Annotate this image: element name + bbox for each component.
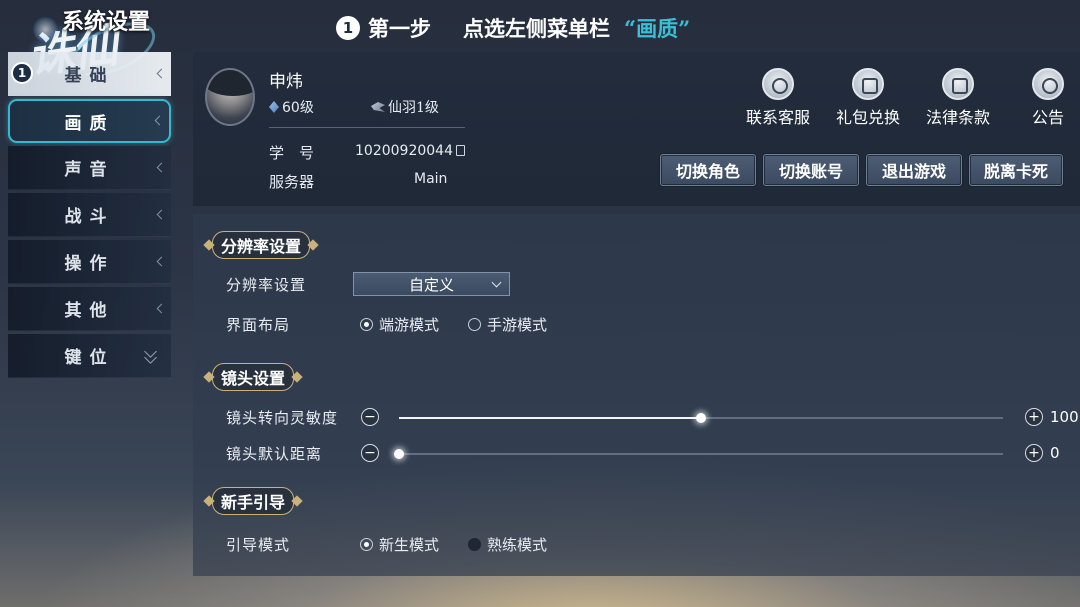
unstuck-button[interactable]: 脱离卡死 bbox=[969, 154, 1063, 186]
profile-divider bbox=[269, 127, 465, 128]
slider-fill bbox=[399, 417, 701, 419]
guide-radio-expert[interactable]: 熟练模式 bbox=[468, 534, 547, 555]
id-value-text: 10200920044 bbox=[355, 143, 453, 159]
step-label: 第一步 bbox=[368, 16, 431, 41]
layout-option-label: 端游模式 bbox=[379, 316, 440, 334]
double-chevron-down-icon bbox=[144, 345, 157, 364]
layout-radio-mobile[interactable]: 手游模式 bbox=[468, 314, 547, 335]
menu-item-label: 基础 bbox=[64, 66, 115, 86]
menu-item-label: 其他 bbox=[64, 301, 115, 321]
settings-menu: 基础 画质 声音 战斗 操作 其他 键位 bbox=[8, 52, 171, 381]
guide-option-label: 熟练模式 bbox=[487, 536, 548, 554]
id-value: 10200920044 bbox=[355, 143, 465, 159]
guide-label: 引导模式 bbox=[226, 536, 291, 554]
menu-item-other[interactable]: 其他 bbox=[8, 287, 171, 331]
radio-selected-icon bbox=[360, 538, 373, 551]
camera-distance-label: 镜头默认距离 bbox=[226, 445, 323, 463]
player-name: 申炜 bbox=[269, 72, 303, 92]
resolution-select[interactable]: 自定义 bbox=[353, 272, 510, 296]
menu-item-label: 战斗 bbox=[64, 207, 115, 227]
level-gem-icon bbox=[269, 101, 279, 113]
radio-unselected-icon bbox=[468, 318, 481, 331]
camera-sensitivity-label: 镜头转向灵敏度 bbox=[226, 409, 339, 427]
menu-item-label: 键位 bbox=[64, 348, 115, 368]
scroll-icon bbox=[942, 68, 974, 100]
gift-icon bbox=[852, 68, 884, 100]
step-number-badge: 1 bbox=[336, 16, 360, 40]
step-target: “画质” bbox=[624, 16, 691, 41]
camera-distance-decrease-button[interactable]: − bbox=[361, 444, 379, 462]
menu-item-label: 画质 bbox=[64, 113, 115, 134]
camera-distance-value: 0 bbox=[1050, 444, 1060, 462]
menu-item-sound[interactable]: 声音 bbox=[8, 146, 171, 190]
profile-panel: 申炜 60级 仙羽1级 学 号 10200920044 服务器 Main 联系客… bbox=[193, 52, 1080, 206]
gift-redeem-label: 礼包兑换 bbox=[835, 108, 900, 127]
camera-sensitivity-value: 100 bbox=[1050, 408, 1079, 426]
player-level-text: 60级 bbox=[282, 100, 314, 116]
section-title: 镜头设置 bbox=[212, 363, 295, 391]
server-label: 服务器 bbox=[269, 173, 315, 191]
step-hint: 1 第一步 点选左侧菜单栏 “画质” bbox=[336, 13, 690, 43]
customer-service-label: 联系客服 bbox=[745, 108, 810, 127]
id-label: 学 号 bbox=[269, 144, 315, 162]
settings-panel: 分辨率设置 分辨率设置 自定义 界面布局 端游模式 手游模式 镜头设置 镜头转向… bbox=[193, 214, 1080, 576]
guide-option-label: 新生模式 bbox=[379, 536, 440, 554]
chevron-left-icon bbox=[156, 209, 167, 219]
menu-item-label: 操作 bbox=[64, 254, 115, 274]
section-title: 分辨率设置 bbox=[212, 231, 311, 259]
section-header-camera: 镜头设置 bbox=[203, 363, 303, 391]
resolution-label: 分辨率设置 bbox=[226, 276, 307, 294]
chevron-left-icon bbox=[154, 115, 165, 126]
menu-item-keybind[interactable]: 键位 bbox=[8, 334, 171, 378]
menu-item-label: 声音 bbox=[64, 160, 115, 180]
exit-game-button[interactable]: 退出游戏 bbox=[866, 154, 962, 186]
gift-redeem-button[interactable]: 礼包兑换 bbox=[825, 68, 911, 128]
chevron-left-icon bbox=[156, 162, 167, 172]
chevron-down-icon bbox=[491, 277, 502, 288]
menu-item-combat[interactable]: 战斗 bbox=[8, 193, 171, 237]
section-title: 新手引导 bbox=[212, 487, 295, 515]
chevron-left-icon bbox=[156, 303, 167, 313]
resolution-select-value: 自定义 bbox=[408, 275, 454, 294]
camera-distance-slider[interactable] bbox=[394, 449, 1003, 459]
camera-sensitivity-decrease-button[interactable]: − bbox=[361, 408, 379, 426]
menu-item-graphics[interactable]: 画质 bbox=[8, 99, 171, 143]
chevron-left-icon bbox=[156, 256, 167, 266]
section-header-resolution: 分辨率设置 bbox=[203, 231, 319, 259]
page-title: 系统设置 bbox=[62, 9, 151, 35]
switch-account-button[interactable]: 切换账号 bbox=[763, 154, 859, 186]
legal-terms-label: 法律条款 bbox=[925, 108, 990, 127]
step-instruction: 点选左侧菜单栏 bbox=[463, 16, 610, 41]
radio-unselected-icon bbox=[468, 538, 481, 551]
camera-sensitivity-increase-button[interactable]: + bbox=[1025, 408, 1043, 426]
player-rank-text: 仙羽1级 bbox=[388, 100, 439, 116]
chevron-left-icon bbox=[156, 68, 167, 78]
copy-icon[interactable] bbox=[455, 144, 465, 156]
announcement-label: 公告 bbox=[1031, 108, 1064, 127]
section-header-guide: 新手引导 bbox=[203, 487, 303, 515]
layout-label: 界面布局 bbox=[226, 316, 291, 334]
legal-terms-button[interactable]: 法律条款 bbox=[915, 68, 1001, 128]
server-value: Main bbox=[414, 171, 448, 187]
menu-item-controls[interactable]: 操作 bbox=[8, 240, 171, 284]
slider-knob[interactable] bbox=[696, 413, 706, 423]
switch-role-button[interactable]: 切换角色 bbox=[660, 154, 756, 186]
headset-icon bbox=[762, 68, 794, 100]
player-rank: 仙羽1级 bbox=[371, 97, 439, 117]
layout-radio-pc[interactable]: 端游模式 bbox=[360, 314, 439, 335]
wing-icon bbox=[371, 102, 385, 112]
avatar[interactable] bbox=[205, 68, 255, 126]
announcement-button[interactable]: 公告 bbox=[1005, 68, 1080, 128]
radio-selected-icon bbox=[360, 318, 373, 331]
player-level: 60级 bbox=[269, 97, 314, 117]
slider-knob[interactable] bbox=[394, 449, 404, 459]
guide-radio-novice[interactable]: 新生模式 bbox=[360, 534, 439, 555]
camera-sensitivity-slider[interactable] bbox=[399, 413, 1003, 423]
step-marker-badge: 1 bbox=[11, 62, 33, 84]
camera-distance-increase-button[interactable]: + bbox=[1025, 444, 1043, 462]
layout-option-label: 手游模式 bbox=[487, 316, 548, 334]
customer-service-button[interactable]: 联系客服 bbox=[735, 68, 821, 128]
announcement-icon bbox=[1032, 68, 1064, 100]
